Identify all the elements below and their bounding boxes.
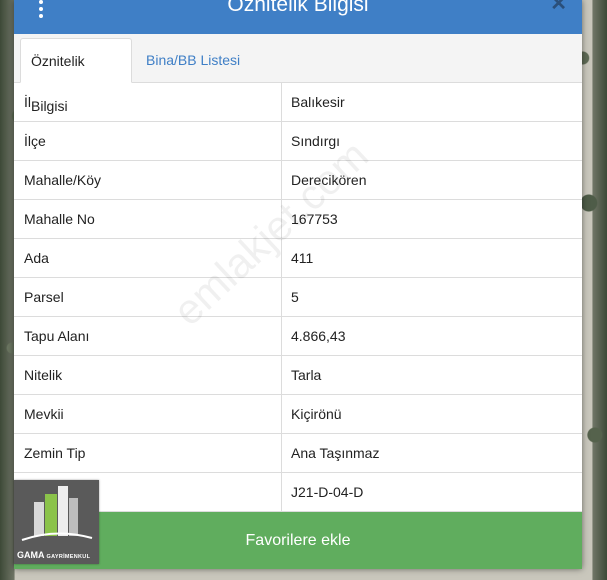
table-row: Parsel 5 <box>14 278 582 317</box>
table-row: Mahalle/Köy Derecikören <box>14 161 582 200</box>
attribute-table: İl Balıkesir İlçe Sındırgı Mahalle/Köy D… <box>14 83 582 512</box>
row-value: 411 <box>291 250 314 266</box>
logo-name: GAMA <box>17 550 45 560</box>
table-row: Tapu Alanı 4.866,43 <box>14 317 582 356</box>
table-row: Pafta J21-D-04-D <box>14 473 582 512</box>
attribute-info-modal: Öznitelik Bilgisi ✕ Öznitelik Bilgisi Bi… <box>14 0 582 569</box>
table-row: İl Balıkesir <box>14 83 582 122</box>
tab-building-list[interactable]: Bina/BB Listesi <box>136 38 250 83</box>
row-key: Parsel <box>14 278 282 316</box>
company-logo: GAMA GAYRİMENKUL <box>14 480 99 564</box>
row-value: 4.866,43 <box>291 328 346 344</box>
table-row: Zemin Tip Ana Taşınmaz <box>14 434 582 473</box>
logo-text: GAMA GAYRİMENKUL <box>17 550 90 560</box>
row-key: Zemin Tip <box>14 434 282 472</box>
row-key: Tapu Alanı <box>14 317 282 355</box>
table-row: Mahalle No 167753 <box>14 200 582 239</box>
row-value: Ana Taşınmaz <box>291 445 380 461</box>
row-key: Mevkii <box>14 395 282 433</box>
tab-bar: Öznitelik Bilgisi Bina/BB Listesi <box>14 34 582 114</box>
modal-title: Öznitelik Bilgisi <box>227 0 369 16</box>
row-key: Nitelik <box>14 356 282 394</box>
tab-attribute-info[interactable]: Öznitelik Bilgisi <box>20 38 132 114</box>
modal-header: Öznitelik Bilgisi ✕ <box>14 0 582 34</box>
row-key: Ada <box>14 239 282 277</box>
row-key: Mahalle No <box>14 200 282 238</box>
row-value: 5 <box>291 289 299 305</box>
row-value: Sındırgı <box>291 133 341 149</box>
row-value: Kiçirönü <box>291 406 342 422</box>
table-row: Nitelik Tarla <box>14 356 582 395</box>
row-value: 167753 <box>291 211 338 227</box>
close-icon[interactable]: ✕ <box>550 0 567 14</box>
table-row: Mevkii Kiçirönü <box>14 395 582 434</box>
table-row: Ada 411 <box>14 239 582 278</box>
logo-subtitle: GAYRİMENKUL <box>46 554 91 560</box>
add-favorite-button[interactable]: Favorilere ekle <box>14 512 582 569</box>
table-row: İlçe Sındırgı <box>14 122 582 161</box>
row-key: Mahalle/Köy <box>14 161 282 199</box>
row-value: Balıkesir <box>291 94 345 110</box>
row-value: J21-D-04-D <box>291 484 364 500</box>
row-key: İlçe <box>14 122 282 160</box>
row-key: İl <box>14 83 282 121</box>
row-value: Derecikören <box>291 172 367 188</box>
row-value: Tarla <box>291 367 322 383</box>
